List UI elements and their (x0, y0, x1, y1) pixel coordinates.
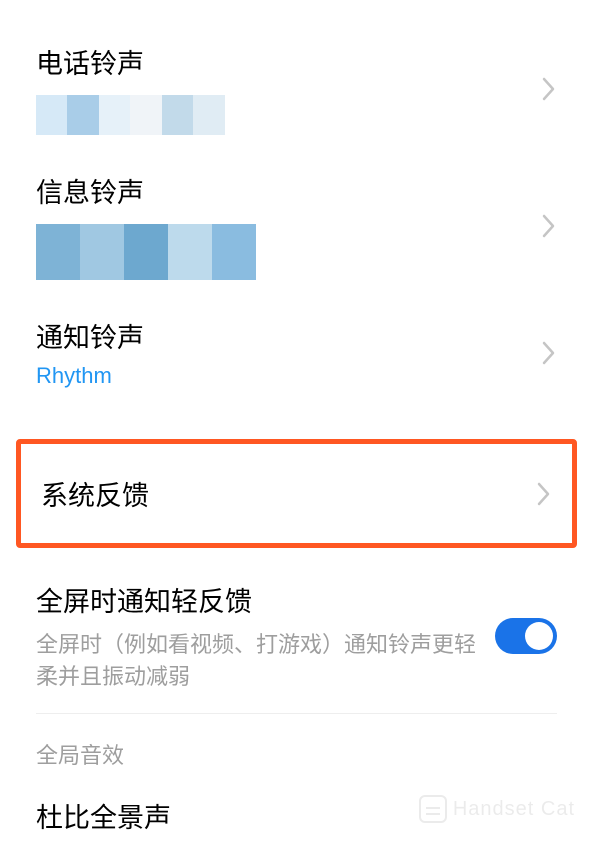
settings-list: 电话铃声 信息铃声 通知铃声 Rhythm (0, 0, 593, 855)
chevron-right-icon (541, 213, 557, 239)
row-system-feedback[interactable]: 系统反馈 (21, 444, 572, 543)
notification-ringtone-title: 通知铃声 (36, 316, 541, 355)
phone-ringtone-title: 电话铃声 (36, 42, 541, 81)
watermark-icon (419, 795, 447, 823)
row-phone-ringtone[interactable]: 电话铃声 (0, 20, 593, 143)
row-notification-ringtone[interactable]: 通知铃声 Rhythm (0, 288, 593, 411)
highlight-box: 系统反馈 (16, 439, 577, 548)
row-sms-ringtone[interactable]: 信息铃声 (0, 143, 593, 288)
fullscreen-feedback-title: 全屏时通知轻反馈 (36, 580, 495, 619)
watermark-text: Handset Cat (453, 798, 575, 821)
fullscreen-feedback-toggle[interactable] (495, 618, 557, 654)
redacted-value (36, 224, 256, 280)
redacted-value (36, 95, 256, 135)
chevron-right-icon (541, 340, 557, 366)
row-content: 系统反馈 (41, 474, 536, 513)
section-global-sound: 全局音效 (0, 714, 593, 782)
row-content: 信息铃声 (36, 171, 541, 280)
row-content: 电话铃声 (36, 42, 541, 135)
chevron-right-icon (536, 481, 552, 507)
toggle-thumb (525, 622, 553, 650)
chevron-right-icon (541, 76, 557, 102)
watermark: Handset Cat (419, 795, 575, 823)
system-feedback-title: 系统反馈 (41, 474, 536, 513)
row-content: 全屏时通知轻反馈 全屏时（例如看视频、打游戏）通知铃声更轻柔并且振动减弱 (36, 580, 495, 693)
row-content: 通知铃声 Rhythm (36, 316, 541, 389)
row-fullscreen-feedback: 全屏时通知轻反馈 全屏时（例如看视频、打游戏）通知铃声更轻柔并且振动减弱 (0, 560, 593, 713)
notification-ringtone-value: Rhythm (36, 363, 541, 389)
sms-ringtone-title: 信息铃声 (36, 171, 541, 210)
fullscreen-feedback-desc: 全屏时（例如看视频、打游戏）通知铃声更轻柔并且振动减弱 (36, 629, 495, 693)
